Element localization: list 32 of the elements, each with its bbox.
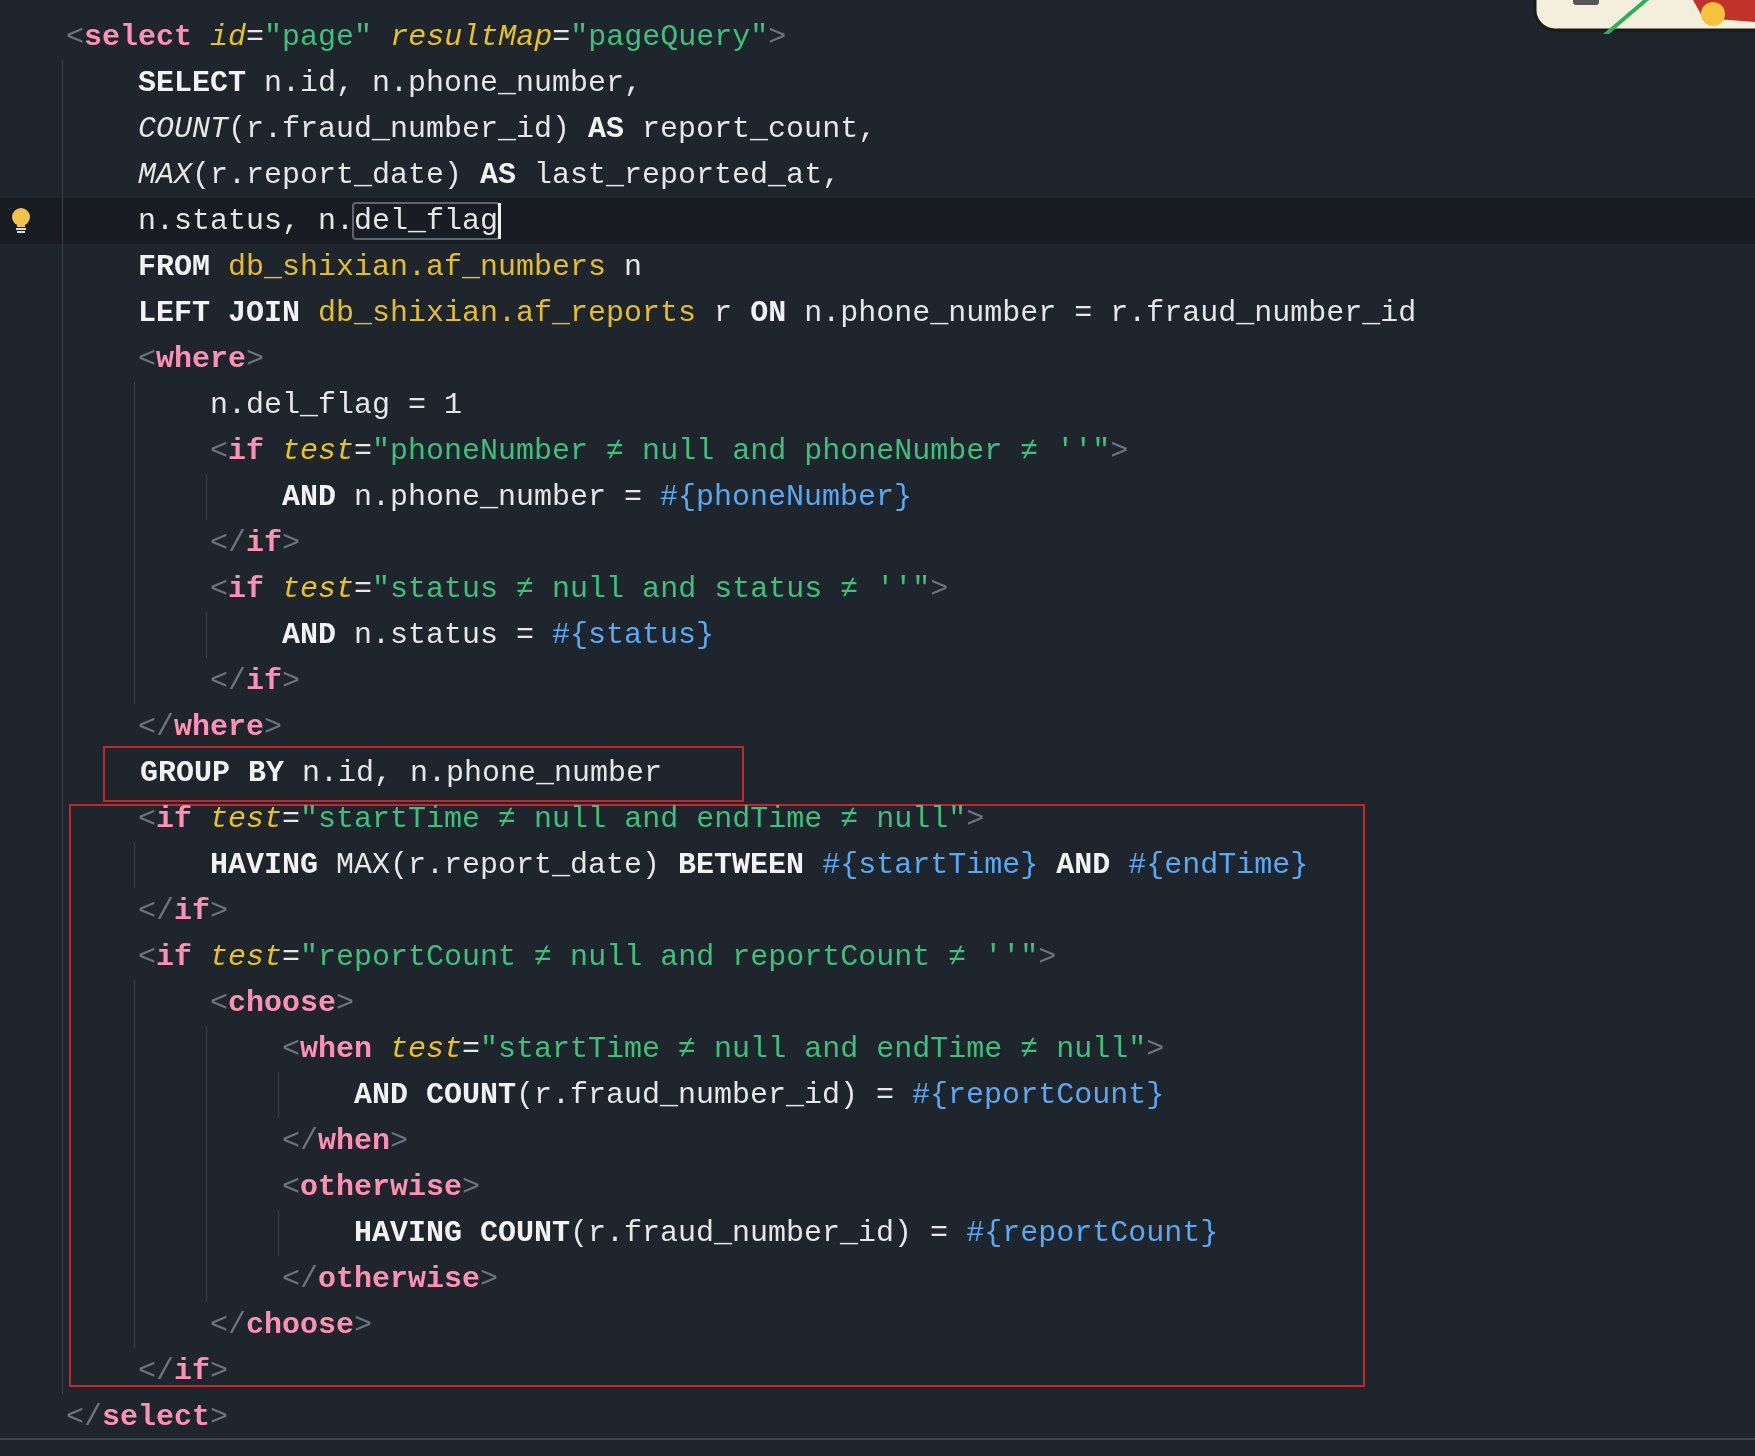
lightbulb-icon[interactable] [11,207,31,235]
code-line: HAVING COUNT(r.fraud_number_id) = #{reportCount} [353,1215,1219,1252]
code-line: <if test="phoneNumber ≠ null and phoneNumber ≠ ''"> [209,433,1129,470]
code-line: n.status, n.del_flag [137,203,499,240]
code-line: <choose> [209,985,355,1022]
code-line: </if> [137,893,229,930]
code-line: COUNT(r.fraud_number_id) AS report_count, [137,111,877,148]
code-line: </if> [209,525,301,562]
code-line: <if test="reportCount ≠ null and reportCount ≠ ''"> [137,939,1057,976]
code-line: HAVING MAX(r.report_date) BETWEEN #{startTime} AND #{endTime} [209,847,1309,884]
code-line: AND n.phone_number = #{phoneNumber} [281,479,913,516]
code-line: <if test="status ≠ null and status ≠ ''"> [209,571,949,608]
code-line: <if test="startTime ≠ null and endTime ≠ null"> [137,801,985,838]
code-line: GROUP BY n.id, n.phone_number [139,755,663,792]
code-line: </otherwise> [281,1261,499,1298]
code-line: <where> [137,341,265,378]
code-line: </choose> [209,1307,373,1344]
code-line: <select id="page" resultMap="pageQuery"> [65,19,787,56]
code-line: </if> [137,1353,229,1390]
code-line: LEFT JOIN db_shixian.af_reports r ON n.phone_number = r.fraud_number_id [137,295,1417,332]
code-line: FROM db_shixian.af_numbers n [137,249,643,286]
code-line: </where> [137,709,283,746]
code-line: AND COUNT(r.fraud_number_id) = #{reportCount} [353,1077,1165,1114]
code-line: <when test="startTime ≠ null and endTime ≠ null"> [281,1031,1165,1068]
code-line: MAX(r.report_date) AS last_reported_at, [137,157,841,194]
code-line: AND n.status = #{status} [281,617,715,654]
code-line: SELECT n.id, n.phone_number, [137,65,643,102]
code-line: n.del_flag = 1 [209,387,463,424]
code-line: <otherwise> [281,1169,481,1206]
code-line: </if> [209,663,301,700]
code-line: </when> [281,1123,409,1160]
code-line: </select> [65,1399,229,1436]
